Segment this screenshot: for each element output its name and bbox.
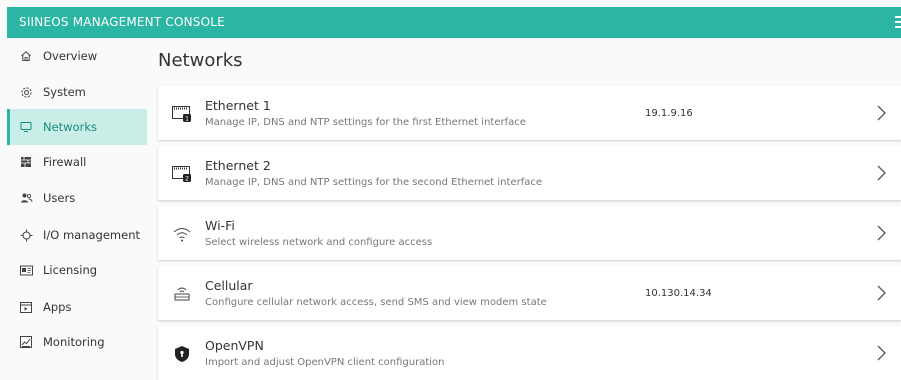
ip-address: 19.1.9.16 (645, 108, 693, 119)
shield-icon (172, 344, 192, 364)
sidebar-item-label: Licensing (43, 263, 98, 277)
menu-icon[interactable] (895, 16, 901, 31)
card-name: Wi-Fi (205, 218, 235, 233)
card-name: OpenVPN (205, 338, 264, 353)
monitoring-icon (19, 335, 33, 349)
sidebar: Overview System Networks Firewall Users … (7, 38, 147, 379)
card-description: Configure cellular network access, send … (205, 297, 547, 308)
chevron-right-icon[interactable] (874, 104, 888, 122)
sidebar-item-label: Overview (43, 49, 98, 63)
sidebar-item-label: System (43, 85, 86, 99)
sidebar-item-label: Firewall (43, 155, 87, 169)
monitor-icon (19, 120, 33, 134)
network-card-ethernet-1[interactable]: 1 Ethernet 1 Manage IP, DNS and NTP sett… (158, 86, 901, 140)
card-name: Ethernet 2 (205, 158, 271, 173)
home-icon (19, 49, 33, 63)
page-title: Networks (158, 50, 243, 71)
sidebar-item-label: Networks (43, 120, 98, 134)
card-description: Manage IP, DNS and NTP settings for the … (205, 177, 543, 188)
svg-text:2: 2 (185, 176, 189, 183)
card-name: Ethernet 1 (205, 98, 271, 113)
ethernet-1-icon: 1 (172, 104, 192, 124)
sidebar-item-overview[interactable]: Overview (7, 38, 147, 74)
wifi-icon (172, 224, 192, 244)
sidebar-item-apps[interactable]: Apps (7, 289, 147, 325)
gear-icon (19, 85, 33, 99)
network-card-wifi[interactable]: Wi-Fi Select wireless network and config… (158, 206, 901, 260)
main-content: Networks 1 Ethernet 1 Manage IP, DNS and… (147, 38, 901, 380)
sidebar-item-firewall[interactable]: Firewall (7, 144, 147, 180)
cellular-icon (172, 284, 192, 304)
network-card-openvpn[interactable]: OpenVPN Import and adjust OpenVPN client… (158, 326, 901, 380)
chevron-right-icon[interactable] (874, 164, 888, 182)
sidebar-item-licensing[interactable]: Licensing (7, 252, 147, 288)
sidebar-item-label: Apps (43, 300, 72, 314)
card-name: Cellular (205, 278, 253, 293)
ip-address: 10.130.14.34 (645, 288, 712, 299)
sidebar-item-networks[interactable]: Networks (7, 109, 147, 145)
io-icon (19, 228, 33, 242)
top-bar: SIINEOS MANAGEMENT CONSOLE (7, 7, 901, 38)
svg-text:1: 1 (185, 116, 189, 123)
sidebar-item-io-management[interactable]: I/O management (7, 217, 147, 253)
users-icon (19, 191, 33, 205)
chevron-right-icon[interactable] (874, 344, 888, 362)
app-title: SIINEOS MANAGEMENT CONSOLE (19, 15, 225, 29)
sidebar-item-system[interactable]: System (7, 74, 147, 110)
card-description: Manage IP, DNS and NTP settings for the … (205, 117, 526, 128)
sidebar-item-label: Users (43, 191, 76, 205)
card-description: Import and adjust OpenVPN client configu… (205, 357, 445, 368)
sidebar-item-monitoring[interactable]: Monitoring (7, 324, 147, 360)
sidebar-item-users[interactable]: Users (7, 180, 147, 216)
chevron-right-icon[interactable] (874, 224, 888, 242)
ethernet-2-icon: 2 (172, 164, 192, 184)
license-icon (19, 263, 33, 277)
network-card-ethernet-2[interactable]: 2 Ethernet 2 Manage IP, DNS and NTP sett… (158, 146, 901, 200)
sidebar-item-label: I/O management (43, 228, 141, 242)
card-description: Select wireless network and configure ac… (205, 237, 433, 248)
sidebar-item-label: Monitoring (43, 335, 105, 349)
chevron-right-icon[interactable] (874, 284, 888, 302)
firewall-icon (19, 155, 33, 169)
apps-icon (19, 300, 33, 314)
network-card-cellular[interactable]: Cellular Configure cellular network acce… (158, 266, 901, 320)
